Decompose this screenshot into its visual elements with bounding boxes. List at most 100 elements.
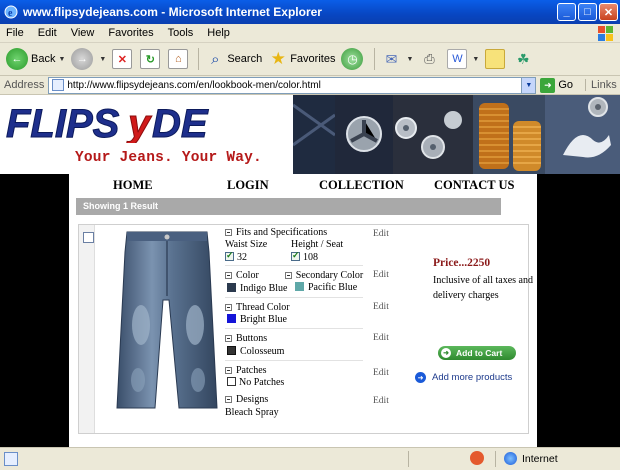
collapse-icon[interactable] (225, 367, 232, 374)
edit-thread-link[interactable]: Edit (373, 302, 389, 312)
menu-file[interactable]: File (0, 27, 31, 39)
select-item-checkbox[interactable] (83, 232, 94, 243)
add-to-cart-label: Add to Cart (456, 348, 503, 358)
buttons-value: Colosseum (240, 346, 285, 357)
spec-divider (225, 360, 363, 361)
security-zone[interactable]: Internet (504, 452, 558, 465)
search-label: Search (227, 53, 263, 65)
height-checkbox[interactable] (291, 250, 300, 261)
mail-button[interactable]: ✉ ▼ (381, 49, 414, 69)
height-value: 108 (303, 252, 318, 263)
collapse-icon[interactable] (225, 335, 232, 342)
menu-help[interactable]: Help (200, 27, 237, 39)
collapse-icon[interactable] (284, 272, 292, 279)
thread-color-swatch (227, 314, 236, 323)
edit-designs-link[interactable]: Edit (373, 396, 389, 406)
spec-buttons: Buttons Colosseum (225, 333, 440, 357)
edit-color-link[interactable]: Edit (373, 270, 389, 280)
back-arrow-icon: ← (6, 48, 28, 70)
window-title: www.flipsydejeans.com - Microsoft Intern… (23, 5, 322, 19)
edit-buttons-link[interactable]: Edit (373, 333, 389, 343)
history-icon: ◷ (341, 48, 364, 70)
print-button[interactable]: ⎙ (419, 49, 441, 69)
jeans-product-image[interactable] (113, 230, 221, 412)
price: Price...2250 (433, 257, 491, 269)
toolbar-separator (374, 48, 376, 70)
favorites-star-icon: ★ (270, 49, 286, 68)
toolbar-separator (198, 48, 200, 70)
waist-checkbox[interactable] (225, 250, 234, 261)
height-label: Height / Seat (291, 239, 344, 250)
site-nav: HOME LOGIN COLLECTION CONTACT US (69, 174, 537, 196)
discuss-button[interactable] (485, 49, 507, 69)
forward-dropdown-icon[interactable]: ▼ (99, 56, 106, 63)
print-icon: ⎙ (424, 51, 435, 66)
menu-edit[interactable]: Edit (31, 27, 64, 39)
refresh-button[interactable]: ↻ (140, 49, 162, 69)
flipsyde-logo[interactable]: FLIPS y DE (4, 99, 230, 144)
history-button[interactable]: ◷ (341, 48, 366, 70)
edit-button[interactable]: W ▼ (447, 49, 479, 69)
home-icon: ⌂ (168, 49, 189, 69)
designs-title: Designs (236, 394, 269, 405)
tagline: Your Jeans. Your Way. (75, 150, 262, 166)
go-button[interactable]: ➜ Go (540, 77, 574, 93)
spec-color: Color Secondary Color Indigo Blue Pacifi… (225, 270, 440, 294)
toolbar: ← Back ▼ → ▼ ✕ ↻ ⌂ ⌕ Search ★ Favorites … (0, 43, 620, 76)
collapse-icon[interactable] (225, 304, 232, 311)
address-url[interactable]: http://www.flipsydejeans.com/en/lookbook… (67, 80, 521, 91)
go-label: Go (558, 79, 574, 91)
menu-favorites[interactable]: Favorites (101, 27, 160, 39)
links-button[interactable]: Links (585, 79, 617, 91)
collapse-icon[interactable] (225, 396, 232, 403)
nav-collection[interactable]: COLLECTION (319, 178, 404, 193)
home-button[interactable]: ⌂ (168, 49, 190, 69)
address-label: Address (4, 79, 45, 91)
page-icon (52, 79, 65, 91)
back-label: Back (31, 53, 56, 65)
nav-login[interactable]: LOGIN (227, 178, 269, 193)
back-button[interactable]: ← Back ▼ (6, 48, 65, 70)
menu-tools[interactable]: Tools (161, 27, 201, 39)
search-button[interactable]: ⌕ Search (205, 49, 262, 69)
popup-blocked-icon[interactable] (470, 451, 484, 465)
collapse-icon[interactable] (225, 272, 232, 279)
forward-button[interactable]: → ▼ (71, 48, 106, 70)
status-bar: Internet (0, 447, 620, 470)
arrow-right-icon: ➜ (441, 348, 451, 358)
edit-patches-link[interactable]: Edit (373, 368, 389, 378)
svg-text:FLIPS: FLIPS (6, 102, 120, 143)
favorites-button[interactable]: ★ Favorites (268, 49, 336, 69)
mail-dropdown-icon[interactable]: ▼ (406, 56, 413, 63)
address-input[interactable]: http://www.flipsydejeans.com/en/lookbook… (48, 76, 537, 94)
site-banner: FLIPS y DE Your Jeans. Your Way. (0, 95, 620, 174)
add-to-cart-button[interactable]: ➜ Add to Cart (438, 346, 516, 360)
nav-home[interactable]: HOME (113, 178, 153, 193)
color-title: Color (236, 270, 259, 281)
nav-contact-us[interactable]: CONTACT US (434, 178, 514, 193)
maximize-button[interactable]: □ (578, 3, 597, 21)
add-more-label: Add more products (432, 372, 513, 383)
spec-divider (225, 328, 363, 329)
secondary-color-swatch (295, 282, 304, 291)
add-more-products-link[interactable]: ➜ Add more products (415, 372, 512, 383)
denim-photo-collage (293, 95, 620, 174)
menu-view[interactable]: View (64, 27, 102, 39)
button-style-icon (227, 346, 236, 355)
messenger-button[interactable]: ☘ (513, 49, 535, 69)
address-dropdown-icon[interactable]: ▼ (521, 77, 536, 93)
spec-divider (225, 297, 363, 298)
close-button[interactable]: ✕ (599, 3, 618, 21)
collapse-icon[interactable] (225, 229, 232, 236)
favorites-label: Favorites (290, 53, 336, 65)
back-dropdown-icon[interactable]: ▼ (58, 56, 65, 63)
edit-dropdown-icon[interactable]: ▼ (472, 56, 479, 63)
status-separator (495, 451, 496, 467)
color-swatch (227, 283, 236, 292)
edit-fits-link[interactable]: Edit (373, 229, 389, 239)
globe-icon (504, 452, 517, 465)
spec-patches: Patches No Patches (225, 365, 440, 388)
patches-checkbox[interactable] (227, 377, 236, 386)
minimize-button[interactable]: _ (557, 3, 576, 21)
stop-button[interactable]: ✕ (112, 49, 134, 69)
